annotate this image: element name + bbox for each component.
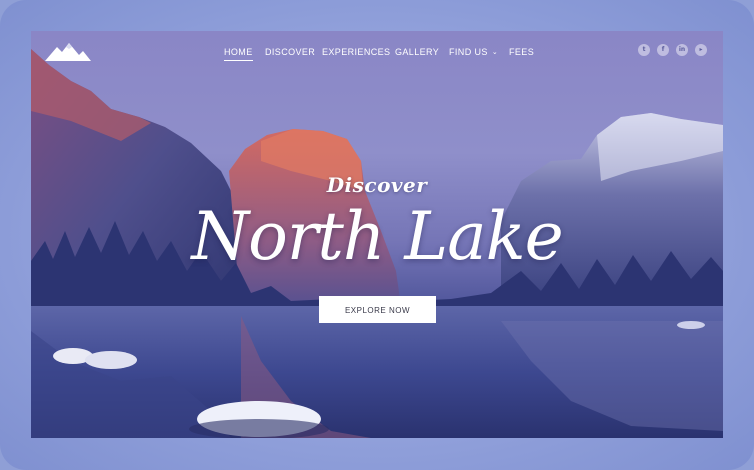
youtube-icon[interactable]: ▸: [695, 44, 707, 56]
nav-item-home[interactable]: HOME: [224, 47, 253, 61]
explore-now-button[interactable]: EXPLORE NOW: [319, 296, 436, 323]
linkedin-icon[interactable]: in: [676, 44, 688, 56]
hero-title: North Lake: [191, 198, 563, 275]
hero-kicker: Discover: [326, 173, 428, 197]
website-screen: HOME DISCOVER EXPERIENCES GALLERY FIND U…: [31, 31, 723, 438]
nav-item-experiences[interactable]: EXPERIENCES: [322, 47, 390, 57]
twitter-icon[interactable]: t: [638, 44, 650, 56]
nav-item-discover[interactable]: DISCOVER: [265, 47, 315, 57]
facebook-icon[interactable]: f: [657, 44, 669, 56]
nav-item-fees[interactable]: FEES: [509, 47, 534, 57]
nav-item-find-us[interactable]: FIND US ⌄: [449, 47, 498, 57]
nav-item-find-us-label: FIND US: [449, 47, 488, 57]
chevron-down-icon: ⌄: [491, 49, 499, 56]
nav-item-gallery[interactable]: GALLERY: [395, 47, 439, 57]
main-navigation: HOME DISCOVER EXPERIENCES GALLERY FIND U…: [31, 47, 723, 71]
